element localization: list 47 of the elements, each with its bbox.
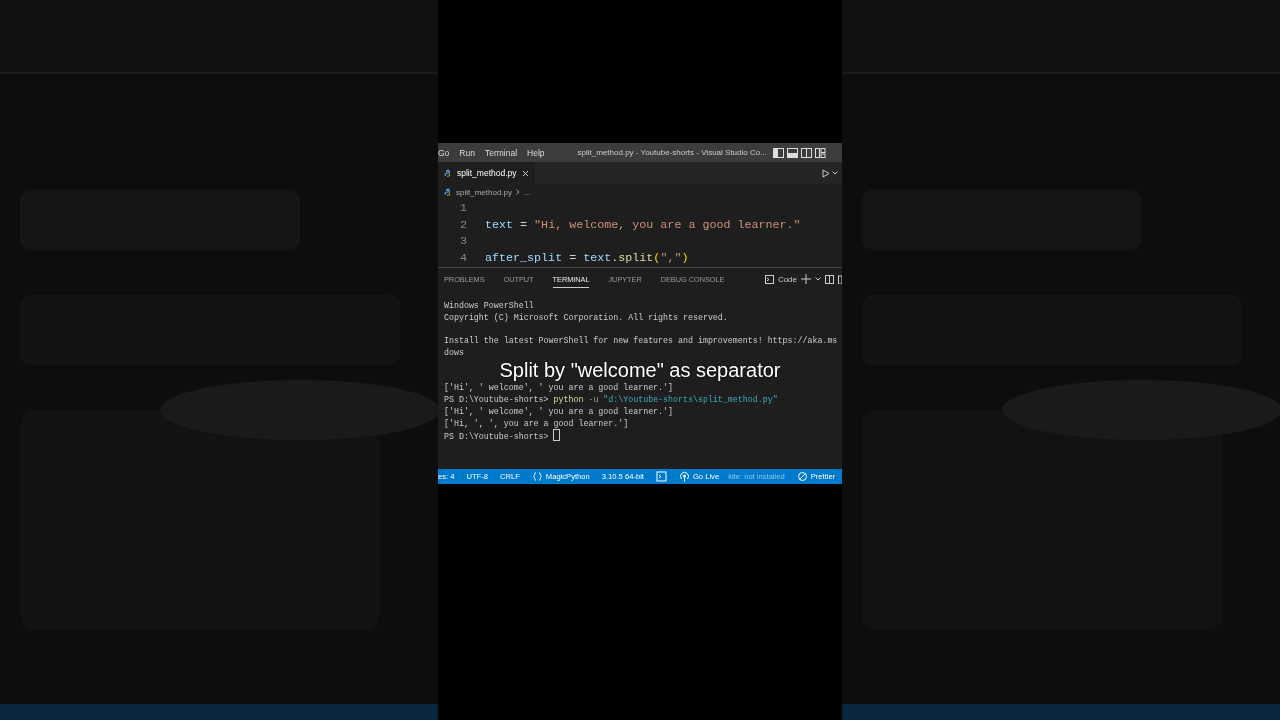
tab-label: split_method.py <box>457 168 517 178</box>
code-line: after_split = text.split(",") <box>485 249 689 266</box>
chevron-right-icon <box>516 189 521 195</box>
broadcast-icon <box>678 471 690 482</box>
chevron-down-icon[interactable] <box>832 171 838 175</box>
video-caption: Split by "welcome" as separator <box>498 358 782 383</box>
terminal-line: Install the latest PowerShell for new features and improvements! https://aka.ms <box>444 336 838 346</box>
split-panel-icon[interactable] <box>825 274 834 284</box>
layout-grid-icon[interactable] <box>814 147 826 158</box>
chevron-down-icon[interactable] <box>815 277 821 281</box>
terminal-line: ['Hi', ' welcome', ' you are a good learner.'] <box>444 383 674 393</box>
split-layout-icon[interactable] <box>800 147 812 158</box>
menu-item[interactable]: Help <box>522 147 550 158</box>
terminal-icon <box>655 471 667 482</box>
terminal-prompt: PS D:\Youtube-shorts> <box>444 432 549 442</box>
text-cursor <box>552 429 560 442</box>
breadcrumb-item[interactable]: ... <box>524 187 531 197</box>
python-file-icon <box>444 169 452 177</box>
play-icon[interactable] <box>822 168 830 178</box>
circle-slash-icon <box>796 471 808 482</box>
terminal-line: Windows PowerShell <box>444 301 534 310</box>
menu-item[interactable]: Go <box>438 147 455 158</box>
sidebar-toggle-icon[interactable] <box>772 147 784 158</box>
editor-tab[interactable]: split_method.py <box>438 162 535 184</box>
python-file-icon <box>444 188 452 196</box>
terminal-icon <box>764 274 774 284</box>
line-number: 1 <box>459 200 467 217</box>
plus-icon[interactable] <box>801 274 811 284</box>
window-title: split_method.py - Youtube-shorts - Visual Studio Co... <box>577 148 767 157</box>
menu-item[interactable]: Terminal <box>479 147 523 158</box>
code-line: text = "Hi, welcome, you are a good learner." <box>485 216 801 233</box>
status-item[interactable] <box>655 471 667 482</box>
line-number: 3 <box>459 233 467 250</box>
terminal-profile[interactable]: Code <box>777 274 797 284</box>
close-icon[interactable] <box>521 169 529 177</box>
braces-icon <box>531 471 543 482</box>
line-number: 2 <box>459 216 467 233</box>
breadcrumb-item[interactable]: split_method.py <box>456 187 513 197</box>
terminal-line: Copyright (C) Microsoft Corporation. All rights reserved. <box>444 312 728 322</box>
menu-item[interactable]: Run <box>454 147 480 158</box>
terminal-line: ['Hi', ' welcome', ' you are a good learner.'] <box>444 406 674 416</box>
line-number: 4 <box>459 249 467 266</box>
terminal-line: ['Hi, ', ', you are a good learner.'] <box>444 418 629 428</box>
terminal-line: dows <box>444 347 464 357</box>
trash-icon[interactable] <box>838 274 842 284</box>
panel-toggle-icon[interactable] <box>786 147 798 158</box>
terminal-line: PS D:\Youtube-shorts> python -u "d:\Youtube-shorts\split_method.py" <box>444 394 779 406</box>
